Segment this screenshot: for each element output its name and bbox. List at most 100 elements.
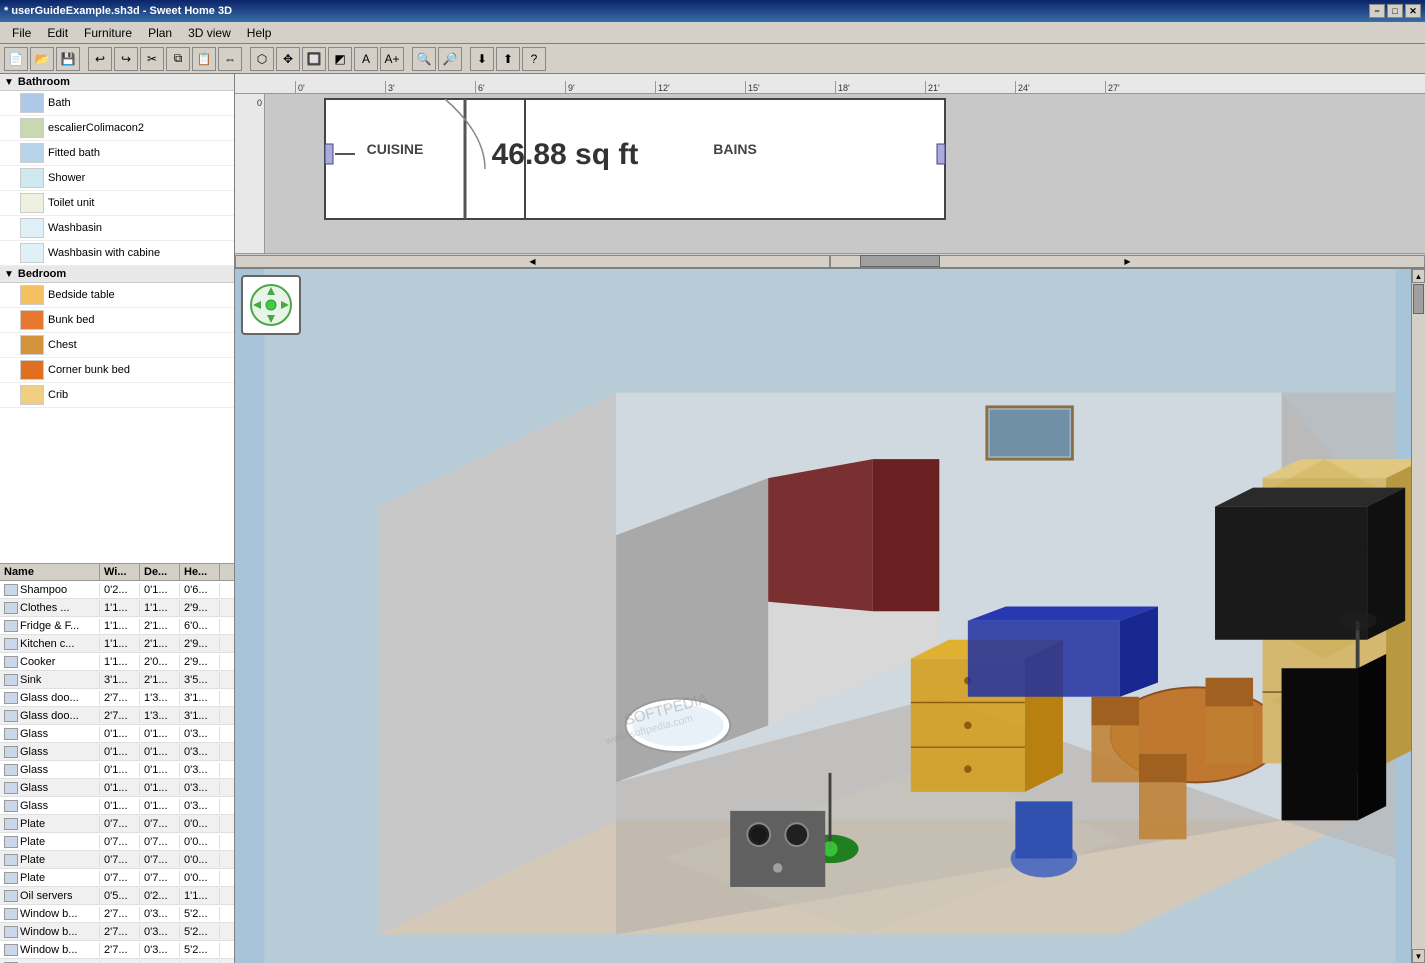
- plan-hscroll[interactable]: ◀ ▶: [235, 253, 1425, 269]
- new-button[interactable]: 📄: [4, 47, 28, 71]
- table-row[interactable]: Plate 0'7... 0'7... 0'0...: [0, 833, 234, 851]
- row-icon: [4, 872, 18, 884]
- pan-button[interactable]: ✥: [276, 47, 300, 71]
- maximize-button[interactable]: □: [1387, 4, 1403, 18]
- close-button[interactable]: ✕: [1405, 4, 1421, 18]
- rulerl-3: [262, 188, 264, 218]
- row-he: 0'3...: [180, 727, 220, 741]
- table-row[interactable]: Window b... 2'7... 0'3... 5'2...: [0, 941, 234, 959]
- text-size-button[interactable]: A+: [380, 47, 404, 71]
- minimize-button[interactable]: −: [1369, 4, 1385, 18]
- table-row[interactable]: Glass 0'1... 0'1... 0'3...: [0, 725, 234, 743]
- vscroll-up[interactable]: ▲: [1412, 269, 1425, 283]
- table-row[interactable]: Plate 0'7... 0'7... 0'0...: [0, 851, 234, 869]
- tree-item-toilet[interactable]: Toilet unit: [0, 191, 234, 216]
- export-button[interactable]: ⬆: [496, 47, 520, 71]
- select-button[interactable]: ⬡: [250, 47, 274, 71]
- tree-item-shower[interactable]: Shower: [0, 166, 234, 191]
- wall-button[interactable]: 🔲: [302, 47, 326, 71]
- menu-3dview[interactable]: 3D view: [180, 24, 239, 42]
- menu-plan[interactable]: Plan: [140, 24, 180, 42]
- zoom-in-button[interactable]: 🔍: [412, 47, 436, 71]
- menu-help[interactable]: Help: [239, 24, 280, 42]
- tree-item-escalier[interactable]: escalierColimacon2: [0, 116, 234, 141]
- row-wi: 2'7...: [100, 925, 140, 939]
- tree-item-bath[interactable]: Bath: [0, 91, 234, 116]
- undo-button[interactable]: ↩: [88, 47, 112, 71]
- washbasincab-label: Washbasin with cabine: [48, 247, 160, 259]
- table-row[interactable]: Electric r... 1'2... 0'3... 1'5...: [0, 959, 234, 963]
- row-icon: [4, 584, 18, 596]
- plan-content: 0: [235, 94, 1425, 253]
- redo-button[interactable]: ↪: [114, 47, 138, 71]
- category-bathroom-label: Bathroom: [18, 76, 70, 88]
- room-button[interactable]: ◩: [328, 47, 352, 71]
- menu-edit[interactable]: Edit: [39, 24, 76, 42]
- copy-button[interactable]: ⧉: [166, 47, 190, 71]
- table-row[interactable]: Glass doo... 2'7... 1'3... 3'1...: [0, 707, 234, 725]
- save-button[interactable]: 💾: [56, 47, 80, 71]
- vscroll-down[interactable]: ▼: [1412, 949, 1425, 963]
- row-he: 1'1...: [180, 889, 220, 903]
- table-row[interactable]: Plate 0'7... 0'7... 0'0...: [0, 869, 234, 887]
- rulerl-0: 0: [257, 98, 264, 128]
- table-row[interactable]: Clothes ... 1'1... 1'1... 2'9...: [0, 599, 234, 617]
- row-name: Cooker: [20, 656, 55, 668]
- table-row[interactable]: Window b... 2'7... 0'3... 5'2...: [0, 905, 234, 923]
- row-wi: 0'1...: [100, 781, 140, 795]
- row-de: 0'3...: [140, 943, 180, 957]
- tree-item-bedside[interactable]: Bedside table: [0, 283, 234, 308]
- tree-item-fittedbath[interactable]: Fitted bath: [0, 141, 234, 166]
- table-row[interactable]: Plate 0'7... 0'7... 0'0...: [0, 815, 234, 833]
- tree-item-crib[interactable]: Crib: [0, 383, 234, 408]
- scene-3d: SOFTPEDIA www.softpedia.com: [235, 269, 1425, 963]
- category-bathroom[interactable]: ▼ Bathroom: [0, 74, 234, 91]
- escalier-label: escalierColimacon2: [48, 122, 144, 134]
- plan-canvas[interactable]: CUISINE BAINS 46.88 sq ft: [265, 94, 1425, 253]
- table-row[interactable]: Cooker 1'1... 2'0... 2'9...: [0, 653, 234, 671]
- rulerl-2: [262, 158, 264, 188]
- table-row[interactable]: Oil servers 0'5... 0'2... 1'1...: [0, 887, 234, 905]
- mirror-button[interactable]: ⇔: [218, 47, 242, 71]
- table-row[interactable]: Kitchen c... 1'1... 2'1... 2'9...: [0, 635, 234, 653]
- row-wi: 0'7...: [100, 853, 140, 867]
- open-button[interactable]: 📂: [30, 47, 54, 71]
- tree-item-chest[interactable]: Chest: [0, 333, 234, 358]
- table-row[interactable]: Shampoo 0'2... 0'1... 0'6...: [0, 581, 234, 599]
- table-row[interactable]: Glass 0'1... 0'1... 0'3...: [0, 797, 234, 815]
- tree-item-washbasin[interactable]: Washbasin: [0, 216, 234, 241]
- hscroll-left[interactable]: ◀: [235, 255, 830, 269]
- title-text: * userGuideExample.sh3d - Sweet Home 3D: [4, 5, 232, 17]
- menu-file[interactable]: File: [4, 24, 39, 42]
- category-bedroom[interactable]: ▼ Bedroom: [0, 266, 234, 283]
- table-row[interactable]: Glass 0'1... 0'1... 0'3...: [0, 743, 234, 761]
- zoom-out-button[interactable]: 🔎: [438, 47, 462, 71]
- row-icon: [4, 890, 18, 902]
- cut-button[interactable]: ✂: [140, 47, 164, 71]
- col-de: De...: [140, 564, 180, 580]
- row-icon: [4, 764, 18, 776]
- table-row[interactable]: Glass 0'1... 0'1... 0'3...: [0, 779, 234, 797]
- row-de: 1'3...: [140, 709, 180, 723]
- row-he: 2'9...: [180, 637, 220, 651]
- table-row[interactable]: Window b... 2'7... 0'3... 5'2...: [0, 923, 234, 941]
- table-row[interactable]: Glass doo... 2'7... 1'3... 3'1...: [0, 689, 234, 707]
- table-row[interactable]: Fridge & F... 1'1... 2'1... 6'0...: [0, 617, 234, 635]
- help-button[interactable]: ?: [522, 47, 546, 71]
- label-button[interactable]: A: [354, 47, 378, 71]
- tree-item-bunkbed[interactable]: Bunk bed: [0, 308, 234, 333]
- import-button[interactable]: ⬇: [470, 47, 494, 71]
- tree-item-cornerbunk[interactable]: Corner bunk bed: [0, 358, 234, 383]
- shower-icon: [20, 168, 44, 188]
- vscroll-thumb[interactable]: [1413, 284, 1424, 314]
- nav-widget[interactable]: [241, 275, 301, 335]
- table-row[interactable]: Glass 0'1... 0'1... 0'3...: [0, 761, 234, 779]
- table-row[interactable]: Sink 3'1... 2'1... 3'5...: [0, 671, 234, 689]
- crib-label: Crib: [48, 389, 68, 401]
- paste-button[interactable]: 📋: [192, 47, 216, 71]
- furniture-table: Name Wi... De... He... Shampoo 0'2... 0'…: [0, 564, 234, 963]
- menu-furniture[interactable]: Furniture: [76, 24, 140, 42]
- tree-item-washbasincab[interactable]: Washbasin with cabine: [0, 241, 234, 266]
- row-name: Plate: [20, 818, 45, 830]
- row-name: Window b...: [20, 908, 77, 920]
